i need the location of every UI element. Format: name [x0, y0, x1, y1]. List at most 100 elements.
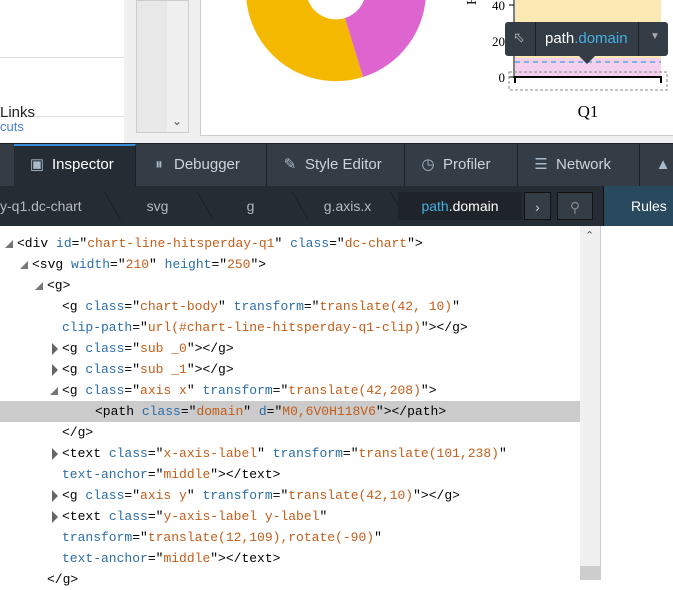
- shortcuts-link[interactable]: cuts: [0, 119, 24, 134]
- tab-rules[interactable]: Rules: [603, 186, 673, 226]
- tag-text: ">: [250, 257, 267, 272]
- tab-debugger[interactable]: ⏸ Debugger: [136, 144, 267, 186]
- breadcrumb-item[interactable]: svg: [115, 192, 200, 220]
- tag-text: ": [274, 236, 291, 251]
- markup-text: <g class="axis y" transform="translate(4…: [62, 485, 460, 506]
- attr-value: axis x: [140, 383, 187, 398]
- breadcrumb-item[interactable]: y-q1.dc-chart: [0, 192, 108, 220]
- markup-node-row[interactable]: <g class="axis x" transform="translate(4…: [0, 380, 580, 401]
- tag-text: <g: [62, 383, 86, 398]
- markup-node-row[interactable]: <text class="x-axis-label" transform="tr…: [0, 443, 580, 464]
- charts-svg: 40 20 0 H Q1: [246, 0, 668, 121]
- attr-name: clip-path: [62, 320, 133, 335]
- tab-network[interactable]: ☰ Network: [518, 144, 640, 186]
- tab-more[interactable]: ▲: [640, 144, 673, 186]
- infobar-tag: path: [545, 30, 575, 47]
- tab-inspector[interactable]: ▣ Inspector: [14, 144, 136, 186]
- scrollbar-thumb[interactable]: [580, 566, 600, 580]
- markup-text: <text class="x-axis-label" transform="tr…: [62, 443, 507, 464]
- tag-text: ": [498, 446, 507, 461]
- expand-twisty-closed-icon[interactable]: [52, 448, 58, 460]
- donut-slice-orange[interactable]: [246, 0, 363, 82]
- markup-node-row[interactable]: <svg width="210" height="250">: [0, 254, 580, 275]
- scroll-up-icon[interactable]: ⌃: [585, 229, 594, 242]
- attr-value: middle: [163, 467, 211, 482]
- tag-text: ": [218, 299, 234, 314]
- attr-value: 210: [125, 257, 150, 272]
- chevron-down-icon[interactable]: ⌄: [172, 114, 182, 128]
- pick-element-icon[interactable]: ⬁: [513, 29, 525, 46]
- attr-value: translate(42, 10): [319, 299, 453, 314]
- markup-text: text-anchor="middle"></text>: [62, 548, 280, 569]
- tag-text: ": [186, 383, 203, 398]
- tab-profiler[interactable]: ◷ Profiler: [405, 144, 518, 186]
- expand-twisty-closed-icon[interactable]: [52, 490, 58, 502]
- attr-name: class: [108, 509, 148, 524]
- attr-value: translate(42,10): [288, 488, 414, 503]
- markup-node-row[interactable]: <g class="sub _0"></g>: [0, 338, 580, 359]
- breadcrumb: y-q1.dc-chart svg g g.axis.x path.domain…: [0, 186, 603, 226]
- expand-twisty-closed-icon[interactable]: [52, 364, 58, 376]
- attr-value: domain: [196, 404, 244, 419]
- markup-text: </g>: [62, 422, 93, 443]
- markup-node-row[interactable]: clip-path="url(#chart-line-hitsperday-q1…: [0, 317, 580, 338]
- markup-node-row[interactable]: </g>: [0, 422, 580, 443]
- markup-node-row[interactable]: text-anchor="middle"></text>: [0, 548, 580, 569]
- tag-text: "></path>: [375, 404, 447, 419]
- markup-text: <g class="chart-body" transform="transla…: [62, 296, 460, 317]
- network-icon: ☰: [534, 156, 548, 173]
- attr-value: translate(101,238): [358, 446, 499, 461]
- markup-node-row[interactable]: <g>: [0, 275, 580, 296]
- markup-text: <svg width="210" height="250">: [32, 254, 266, 275]
- tag-text: =": [211, 257, 228, 272]
- expand-twisty-open-icon[interactable]: [5, 240, 13, 248]
- attr-name: text-anchor: [62, 551, 148, 566]
- markup-text: transform="translate(12,109),rotate(-90)…: [62, 527, 382, 548]
- markup-node-row[interactable]: <path class="domain" d="M0,6V0H118V6"></…: [0, 401, 580, 422]
- markup-node-row[interactable]: <g class="axis y" transform="translate(4…: [0, 485, 580, 506]
- tag-text: =": [124, 299, 141, 314]
- dropdown-arrow-icon[interactable]: ▼: [650, 31, 660, 42]
- attr-name: class: [85, 488, 125, 503]
- markup-node-row[interactable]: <g class="sub _1"></g>: [0, 359, 580, 380]
- markup-text: <g>: [47, 275, 70, 296]
- breadcrumb-scroll-right-button[interactable]: ›: [524, 192, 551, 220]
- expand-twisty-open-icon[interactable]: [20, 261, 28, 269]
- tag-text: =": [132, 530, 148, 545]
- divider: [0, 57, 124, 58]
- tab-style-editor[interactable]: ✎ Style Editor: [267, 144, 405, 186]
- expand-twisty-open-icon[interactable]: [35, 282, 43, 290]
- tag-text: <g: [62, 341, 86, 356]
- markup-node-row[interactable]: <div id="chart-line-hitsperday-q1" class…: [0, 233, 580, 254]
- breadcrumb-item-selected[interactable]: path.domain: [398, 192, 522, 220]
- markup-node-row[interactable]: text-anchor="middle"></text>: [0, 464, 580, 485]
- markup-scrollbar[interactable]: ⌃: [580, 226, 600, 580]
- attr-name: transform: [202, 488, 273, 503]
- breadcrumb-item[interactable]: g: [208, 192, 293, 220]
- tab-label: Inspector: [52, 156, 114, 173]
- tag-text: ">: [407, 236, 423, 251]
- search-button[interactable]: ⚲: [557, 192, 593, 220]
- attr-value: sub _0: [140, 341, 187, 356]
- expand-twisty-open-icon[interactable]: [50, 387, 58, 395]
- tag-text: =": [132, 320, 148, 335]
- breadcrumb-item[interactable]: g.axis.x: [300, 192, 395, 220]
- markup-node-row[interactable]: <text class="y-axis-label y-label": [0, 506, 580, 527]
- markup-node-row[interactable]: transform="translate(12,109),rotate(-90)…: [0, 527, 580, 548]
- markup-text: <path class="domain" d="M0,6V0H118V6"></…: [95, 401, 446, 422]
- attr-name: transform: [62, 530, 133, 545]
- chart-area: 40 20 0 H Q1: [200, 0, 673, 136]
- tag-text: =": [124, 341, 141, 356]
- expand-twisty-closed-icon[interactable]: [52, 343, 58, 355]
- expand-twisty-closed-icon[interactable]: [52, 511, 58, 523]
- markup-node-row[interactable]: <g class="chart-body" transform="transla…: [0, 296, 580, 317]
- attr-name: text-anchor: [62, 467, 148, 482]
- attr-name: height: [164, 257, 212, 272]
- markup-text: clip-path="url(#chart-line-hitsperday-q1…: [62, 317, 468, 338]
- tag-text: <path: [95, 404, 142, 419]
- tag-text: "></g>: [186, 341, 234, 356]
- attr-value: url(#chart-line-hitsperday-q1-clip): [147, 320, 421, 335]
- attr-name: d: [258, 404, 267, 419]
- x-axis-domain-path: [514, 76, 662, 83]
- attr-name: class: [85, 299, 125, 314]
